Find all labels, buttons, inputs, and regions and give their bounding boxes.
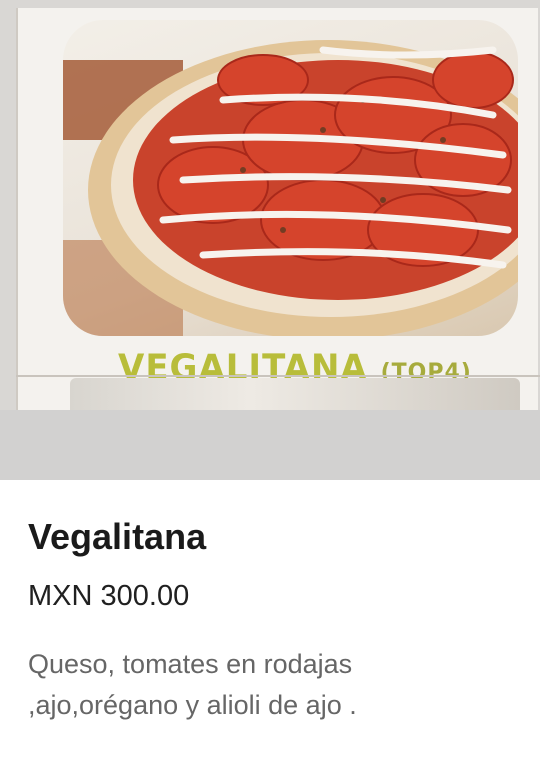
pizza-photo bbox=[63, 20, 518, 336]
product-description: Queso, tomates en rodajas ,ajo,orégano y… bbox=[28, 649, 357, 720]
next-item-photo-peek bbox=[70, 378, 520, 410]
photo-divider bbox=[16, 375, 540, 377]
product-price: MXN 300.00 bbox=[28, 580, 190, 612]
image-bottom-band bbox=[0, 410, 540, 480]
menu-card-photo: VEGALITANA (TOP4) bbox=[16, 8, 538, 410]
pizza-illustration bbox=[63, 40, 518, 336]
product-image[interactable]: VEGALITANA (TOP4) bbox=[0, 0, 540, 410]
product-title: Vegalitana bbox=[28, 516, 207, 557]
